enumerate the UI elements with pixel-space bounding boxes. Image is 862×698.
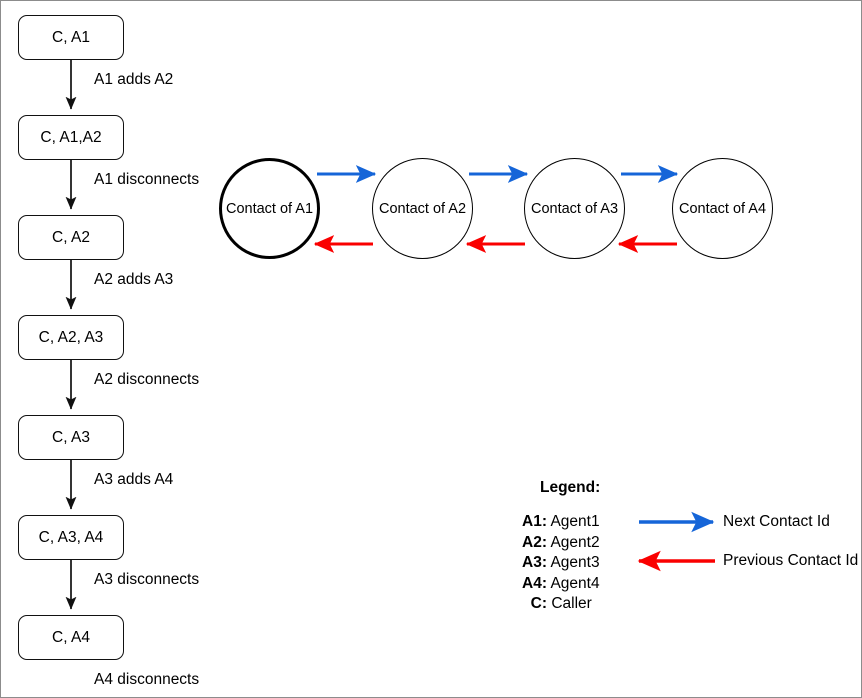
legend-value: Agent1 [550,513,600,530]
transition-label-a3-adds-a4: A3 adds A4 [94,471,174,488]
transition-label-a2-disconnects: A2 disconnects [94,371,200,388]
state-box-c-a3-a4[interactable]: C, A3, A4 [18,515,124,560]
transition-label-a1-disconnects: A1 disconnects [94,171,200,188]
diagram-canvas: C, A1 C, A1,A2 C, A2 C, A2, A3 C, A3 C, … [0,0,862,698]
legend-key-list: A1: Agent1 A2: Agent2 A3: Agent3 A4: Age… [517,512,600,615]
legend-key: A1: [522,513,547,530]
legend-key: A4: [522,574,547,592]
transition-label-a2-adds-a3: A2 adds A3 [94,271,174,288]
legend-key: A2: [522,533,547,551]
state-box-c-a2[interactable]: C, A2 [18,215,124,260]
legend-key: C: [530,595,547,612]
contact-node-a2[interactable]: Contact of A2 [372,158,473,259]
state-box-label: C, A2 [52,228,90,246]
legend-value: Agent3 [550,554,600,571]
contact-node-label: Contact of A3 [530,200,619,217]
contact-node-label: Contact of A2 [378,200,467,217]
state-box-label: C, A3 [52,428,90,446]
legend-value: Agent4 [550,574,600,592]
legend-entry-next-contact-id: Next Contact Id [723,513,830,530]
transition-label-a1-adds-a2: A1 adds A2 [94,71,174,88]
state-flow-connectors [65,60,715,610]
state-box-c-a4[interactable]: C, A4 [18,615,124,660]
state-box-c-a1-a2[interactable]: C, A1,A2 [18,115,124,160]
state-box-label: C, A4 [52,628,90,646]
legend-key: A3: [522,554,547,571]
transition-label-a3-disconnects: A3 disconnects [94,571,200,588]
contact-node-label: Contact of A4 [678,200,767,217]
legend-key-row-c: C: Caller [517,594,600,615]
legend-title: Legend: [540,479,601,496]
state-box-c-a2-a3[interactable]: C, A2, A3 [18,315,124,360]
state-box-label: C, A1 [52,28,90,46]
legend-key-row-a4: A4: Agent4 [517,574,600,595]
state-box-label: C, A1,A2 [40,128,102,146]
contact-node-a3[interactable]: Contact of A3 [524,158,625,259]
contact-node-a4[interactable]: Contact of A4 [672,158,773,259]
state-box-c-a1[interactable]: C, A1 [18,15,124,60]
state-box-label: C, A3, A4 [38,528,104,546]
contact-node-label: Contact of A1 [225,200,314,217]
legend-key-row-a2: A2: Agent2 [517,533,600,554]
legend-key-row-a3: A3: Agent3 [517,553,600,574]
legend-entry-previous-contact-id: Previous Contact Id [723,552,859,569]
legend-key-row-a1: A1: Agent1 [517,512,600,533]
state-box-label: C, A2, A3 [38,328,104,346]
legend-value: Caller [551,595,592,612]
state-box-c-a3[interactable]: C, A3 [18,415,124,460]
contact-node-a1[interactable]: Contact of A1 [219,158,320,259]
legend-value: Agent2 [550,533,600,551]
transition-label-a4-disconnects: A4 disconnects [94,671,200,688]
